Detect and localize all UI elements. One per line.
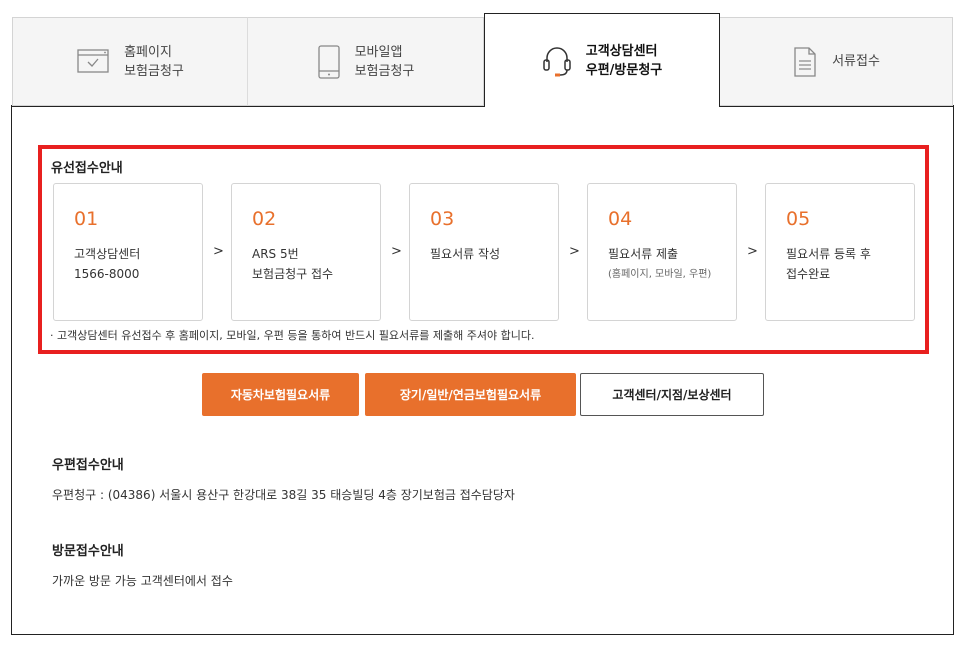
step-card-4: 04 필요서류 제출 (홈페이지, 모바일, 우편) (587, 183, 737, 321)
mail-address-text: 우편청구 : (04386) 서울시 용산구 한강대로 38길 35 태승빌딩 … (52, 488, 515, 502)
step-text-line1: 고객상담센터 (74, 247, 141, 261)
wired-guide-note: · 고객상담센터 유선접수 후 홈페이지, 모바일, 우편 등을 통하여 반드시… (50, 329, 535, 342)
step-subtext: (홈페이지, 모바일, 우편) (608, 269, 712, 280)
step-card-3: 03 필요서류 작성 (409, 183, 559, 321)
document-icon (792, 46, 818, 78)
step-card-1: 01 고객상담센터 1566-8000 (53, 183, 203, 321)
tab-homepage-claim[interactable]: 홈페이지보험금청구 (12, 17, 247, 106)
mail-guide-title: 우편접수안내 (52, 458, 124, 473)
tab-label-line2: 보험금청구 (124, 63, 184, 79)
step-card-5: 05 필요서류 등록 후접수완료 (765, 183, 915, 321)
step-text-line1: 필요서류 등록 후 (786, 247, 871, 261)
tab-call-center-claim[interactable]: 고객상담센터우편/방문청구 (484, 13, 720, 107)
divider (11, 106, 484, 107)
chevron-right-icon: > (569, 244, 580, 259)
longterm-insurance-docs-button[interactable]: 장기/일반/연금보험필요서류 (365, 373, 576, 416)
step-number: 01 (74, 208, 99, 230)
chevron-right-icon: > (213, 244, 224, 259)
tab-label-line1: 모바일앱 (354, 44, 403, 60)
auto-insurance-docs-button[interactable]: 자동차보험필요서류 (202, 373, 359, 416)
tab-label-line1: 고객상담센터 (585, 43, 658, 59)
headset-icon (542, 44, 572, 78)
claim-method-tabs: 홈페이지보험금청구 모바일앱보험금청구 고객상담센터우편/방문청구 서류접수 (12, 13, 953, 107)
mobile-phone-icon (317, 44, 341, 80)
chevron-right-icon: > (391, 244, 402, 259)
step-text-line2: 보험금청구 접수 (252, 267, 334, 281)
step-number: 04 (608, 208, 633, 230)
tab-mobile-claim[interactable]: 모바일앱보험금청구 (247, 17, 484, 106)
step-text-line2: 접수완료 (786, 267, 831, 281)
monitor-check-icon (76, 47, 110, 77)
tab-label-line1: 서류접수 (832, 54, 880, 69)
step-number: 05 (786, 208, 811, 230)
tab-label-line2: 우편/방문청구 (585, 62, 663, 78)
tab-document-submit[interactable]: 서류접수 (720, 17, 953, 106)
divider (719, 106, 954, 107)
customer-center-button[interactable]: 고객센터/지점/보상센터 (580, 373, 764, 416)
visit-guide-title: 방문접수안내 (52, 544, 124, 559)
step-text-line1: ARS 5번 (252, 247, 299, 261)
chevron-right-icon: > (747, 244, 758, 259)
wired-guide-title: 유선접수안내 (51, 161, 123, 176)
step-card-2: 02 ARS 5번보험금청구 접수 (231, 183, 381, 321)
tab-label-line2: 보험금청구 (354, 63, 415, 79)
tab-label-line1: 홈페이지 (124, 44, 172, 60)
step-text-line2: 1566-8000 (74, 267, 140, 281)
step-number: 03 (430, 208, 455, 230)
step-text-line1: 필요서류 작성 (430, 247, 501, 261)
step-number: 02 (252, 208, 277, 230)
step-text-line1: 필요서류 제출 (608, 247, 679, 261)
visit-guide-text: 가까운 방문 가능 고객센터에서 접수 (52, 574, 233, 588)
